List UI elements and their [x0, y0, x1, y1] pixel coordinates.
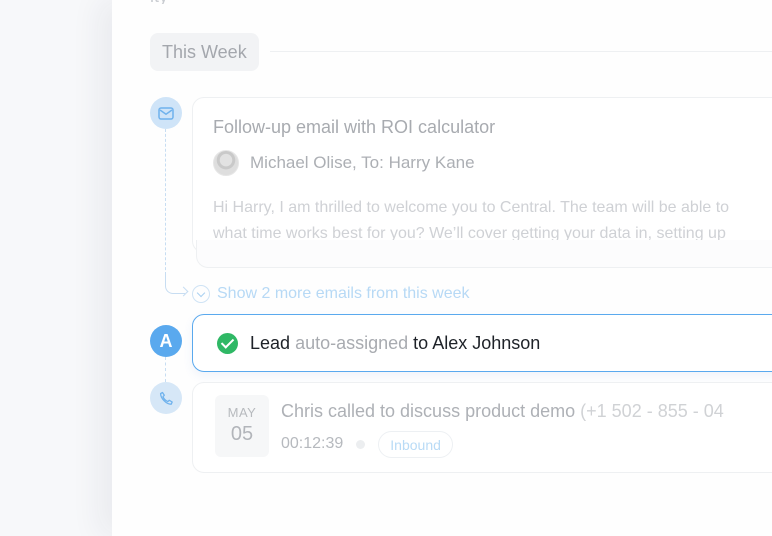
lead-label: Lead — [250, 333, 291, 353]
section-title-fragment: ity — [150, 0, 240, 4]
call-activity-card[interactable]: MAY 05 Chris called to discuss product d… — [192, 382, 772, 473]
left-rail — [0, 0, 112, 536]
separator-dot — [356, 439, 366, 449]
call-direction-badge: Inbound — [378, 430, 453, 458]
call-date-day: 05 — [230, 423, 254, 445]
activity-panel: ity This Week Follow-up email with ROI c… — [112, 0, 772, 536]
call-date: MAY 05 — [215, 395, 269, 457]
phone-icon — [150, 382, 182, 414]
week-group-label: This Week — [150, 33, 259, 71]
week-divider — [270, 51, 772, 52]
lead-assigned-card[interactable]: Lead auto-assigned to Alex Johnson — [192, 314, 772, 372]
chevron-down-icon — [192, 285, 210, 303]
show-more-emails-link[interactable]: Show 2 more emails from this week — [192, 283, 470, 305]
email-sender-recipient: Michael Olise, To: Harry Kane — [250, 153, 475, 172]
lead-assignment-text: Lead auto-assigned to Alex Johnson — [250, 333, 540, 354]
check-circle-icon — [217, 333, 238, 354]
timeline-connector — [165, 357, 166, 382]
call-meta: 00:12:39 Inbound — [281, 430, 453, 458]
lead-action: auto-assigned — [295, 333, 409, 353]
call-duration: 00:12:39 — [281, 435, 344, 452]
email-icon — [150, 97, 182, 129]
timeline-connector — [165, 129, 166, 275]
show-more-label: Show 2 more emails from this week — [217, 285, 470, 302]
assignee-avatar: A — [150, 325, 182, 357]
email-activity-card[interactable]: Follow-up email with ROI calculator Mich… — [192, 97, 772, 253]
email-subject: Follow-up email with ROI calculator — [213, 117, 496, 137]
email-stack-edge — [196, 240, 772, 268]
branch-arrow-icon — [178, 286, 189, 297]
call-phone-number: (+1 502 - 855 - 04 — [580, 401, 724, 421]
sender-avatar — [213, 150, 239, 176]
call-summary: Chris called to discuss product demo — [281, 401, 576, 421]
call-title: Chris called to discuss product demo (+1… — [281, 401, 724, 422]
call-date-month: MAY — [227, 405, 257, 420]
lead-assignee: to Alex Johnson — [413, 333, 541, 353]
email-preview-line: Hi Harry, I am thrilled to welcome you t… — [213, 199, 730, 216]
